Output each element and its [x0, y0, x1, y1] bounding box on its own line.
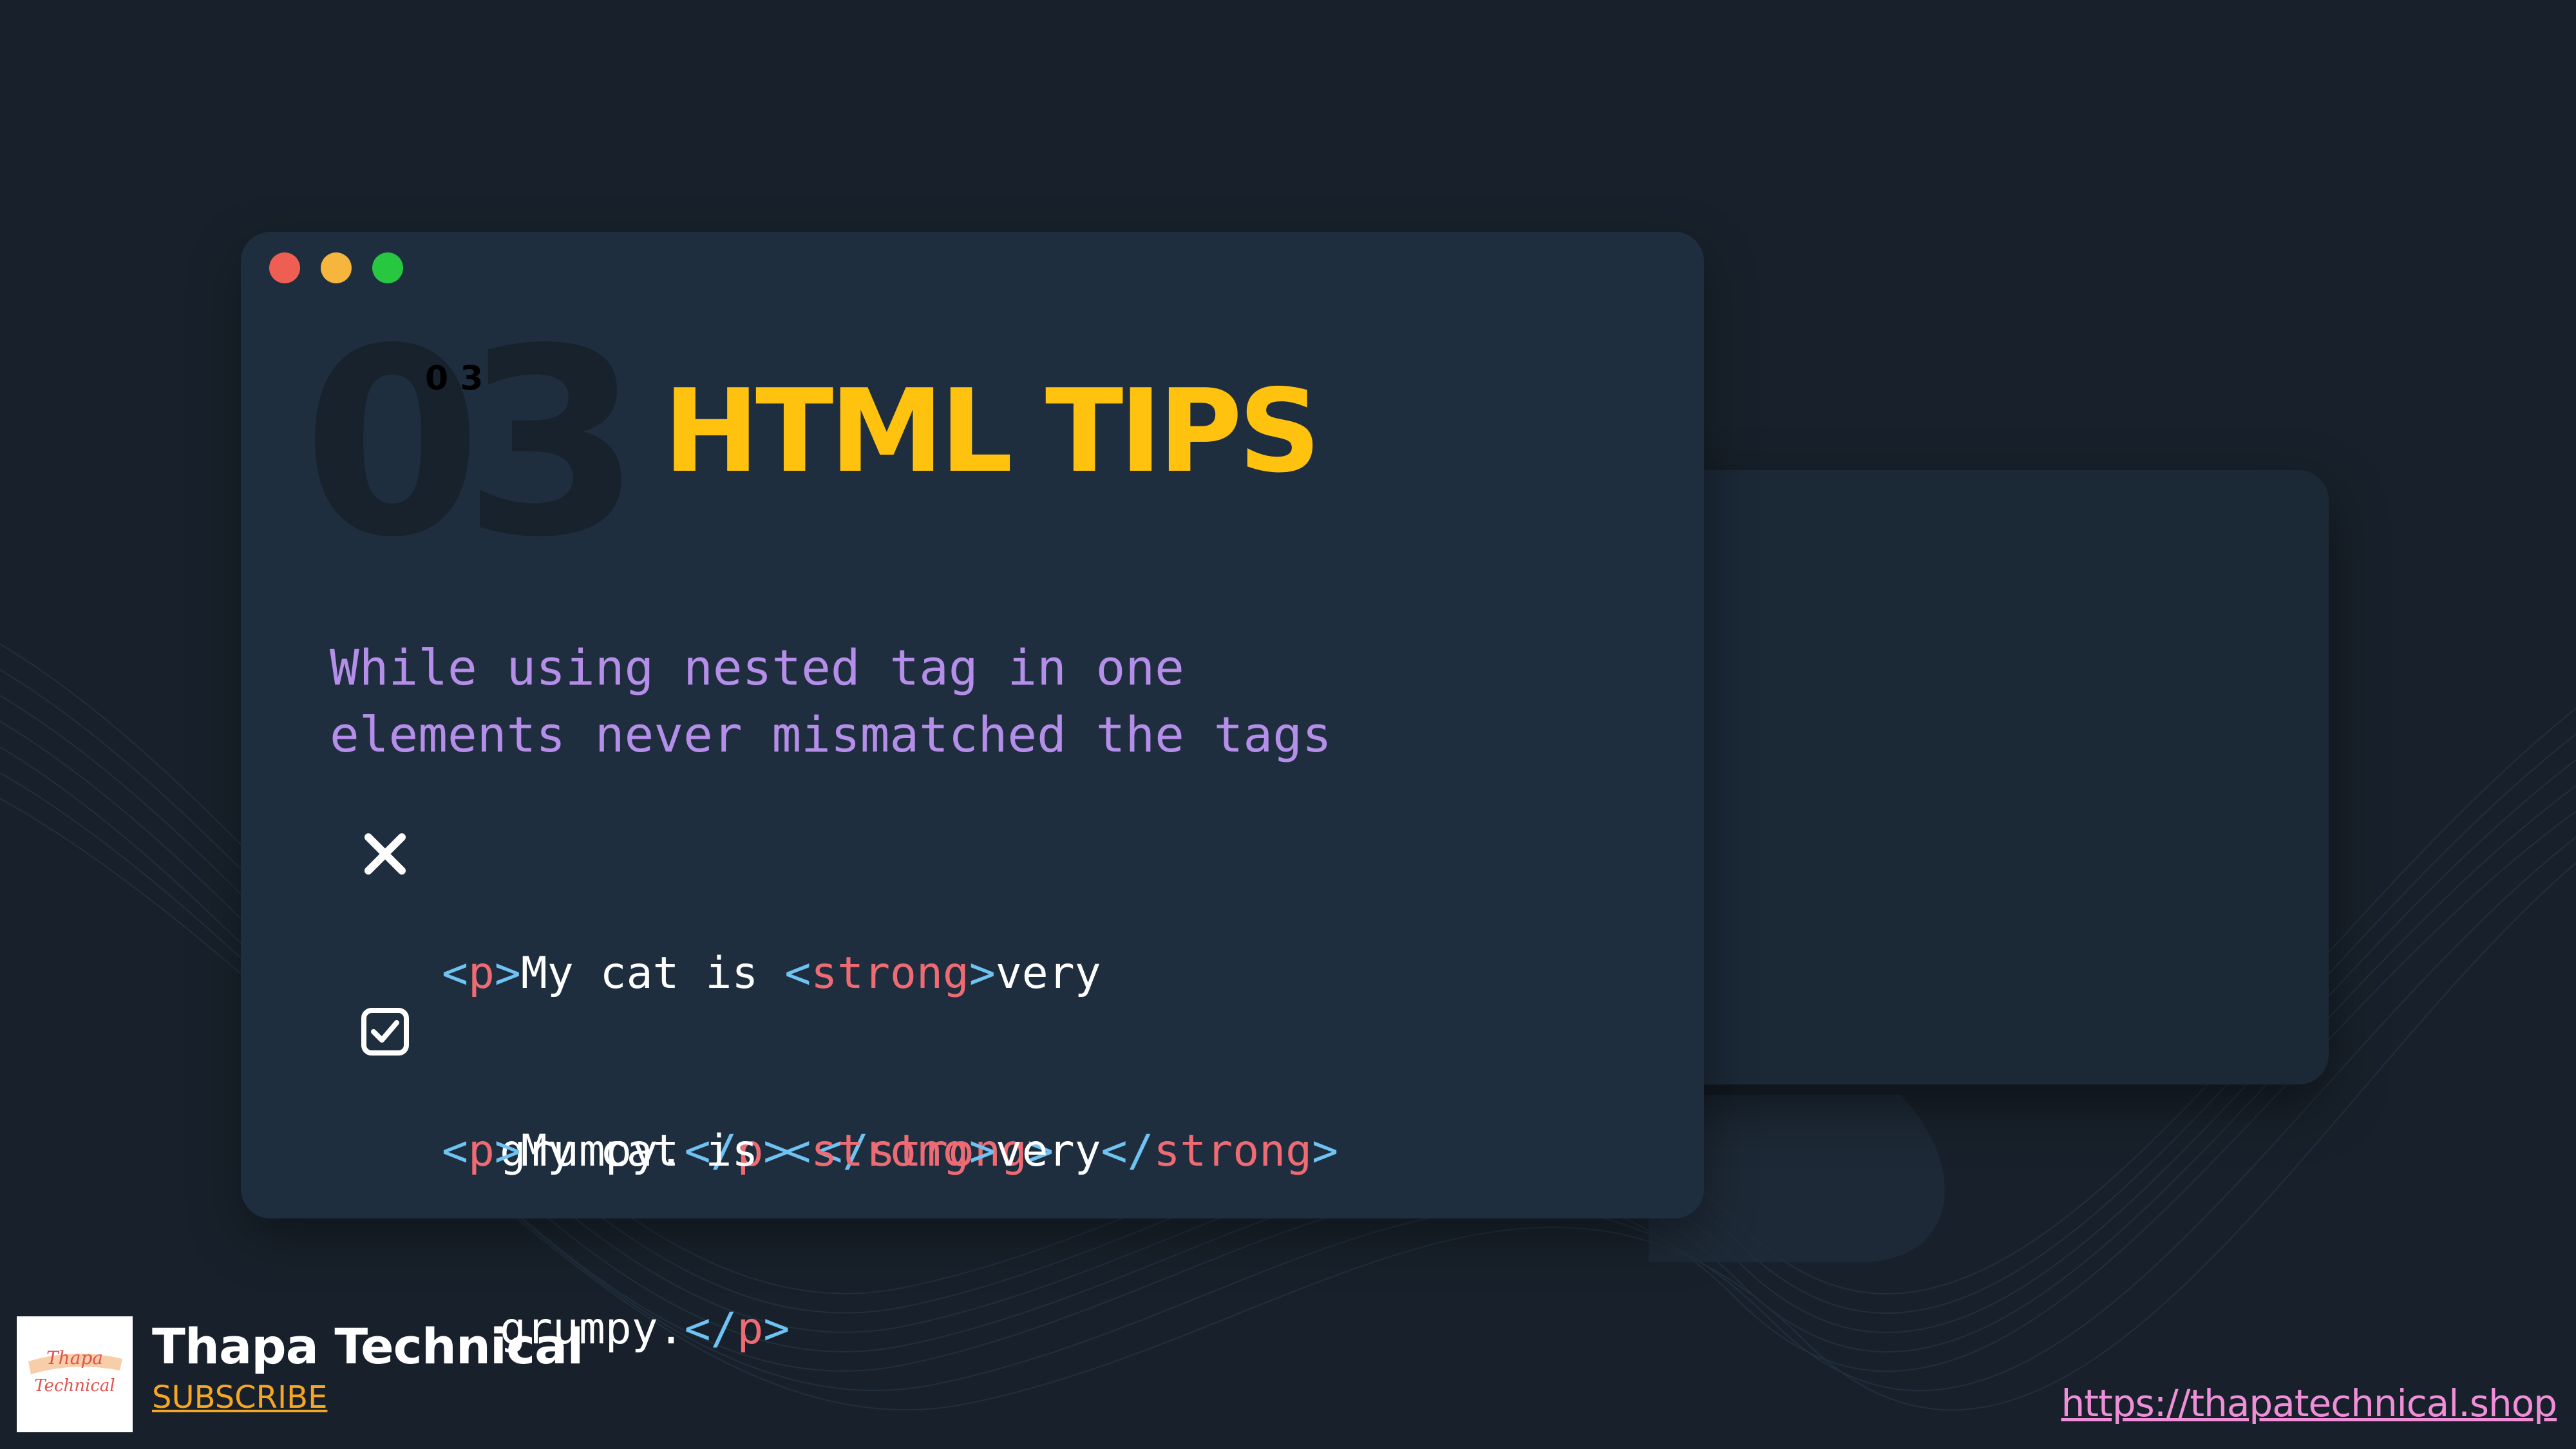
svg-text:Technical: Technical: [34, 1376, 115, 1396]
slide-number-watermark: 03: [303, 294, 642, 594]
window-close-dot: [269, 252, 300, 283]
code-line: <p>My cat is <strong>very: [442, 948, 1101, 999]
checkbox-checked-icon: [361, 1007, 410, 1056]
window-minimize-dot: [321, 252, 352, 283]
code-line: <p>My cat is <strong>very</strong>: [442, 1126, 1339, 1177]
cross-icon: [362, 831, 408, 877]
website-link[interactable]: https://thapatechnical.shop: [2061, 1382, 2557, 1425]
channel-name: Thapa Technical: [152, 1318, 583, 1375]
subscribe-link[interactable]: SUBSCRIBE: [152, 1378, 327, 1417]
slide-number-small: 0 3: [425, 359, 484, 398]
slide-title: HTML TIPS: [663, 365, 1321, 498]
channel-logo[interactable]: Thapa Technical: [17, 1316, 133, 1432]
window-maximize-dot: [372, 252, 403, 283]
tip-description: While using nested tag in one elements n…: [330, 634, 1425, 768]
tip-description-line-1: While using nested tag in one: [330, 639, 1184, 696]
tip-description-line-2: elements never mismatched the tags: [330, 706, 1332, 763]
svg-text:Thapa: Thapa: [46, 1347, 103, 1368]
